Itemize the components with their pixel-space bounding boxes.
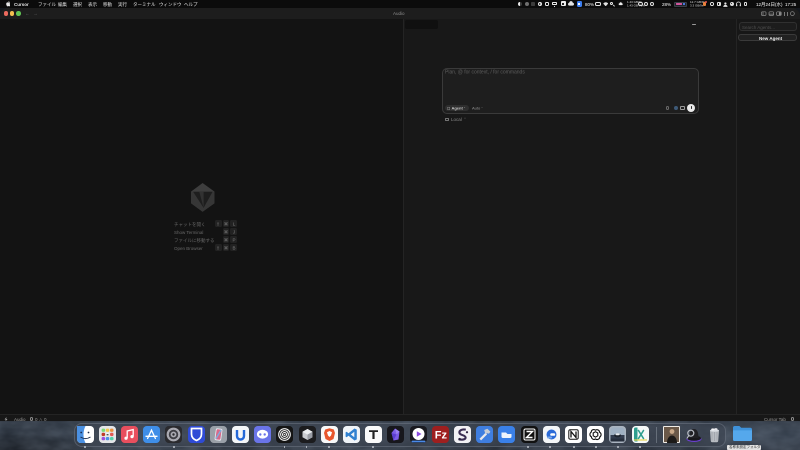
svg-text:Fz: Fz: [434, 430, 447, 442]
